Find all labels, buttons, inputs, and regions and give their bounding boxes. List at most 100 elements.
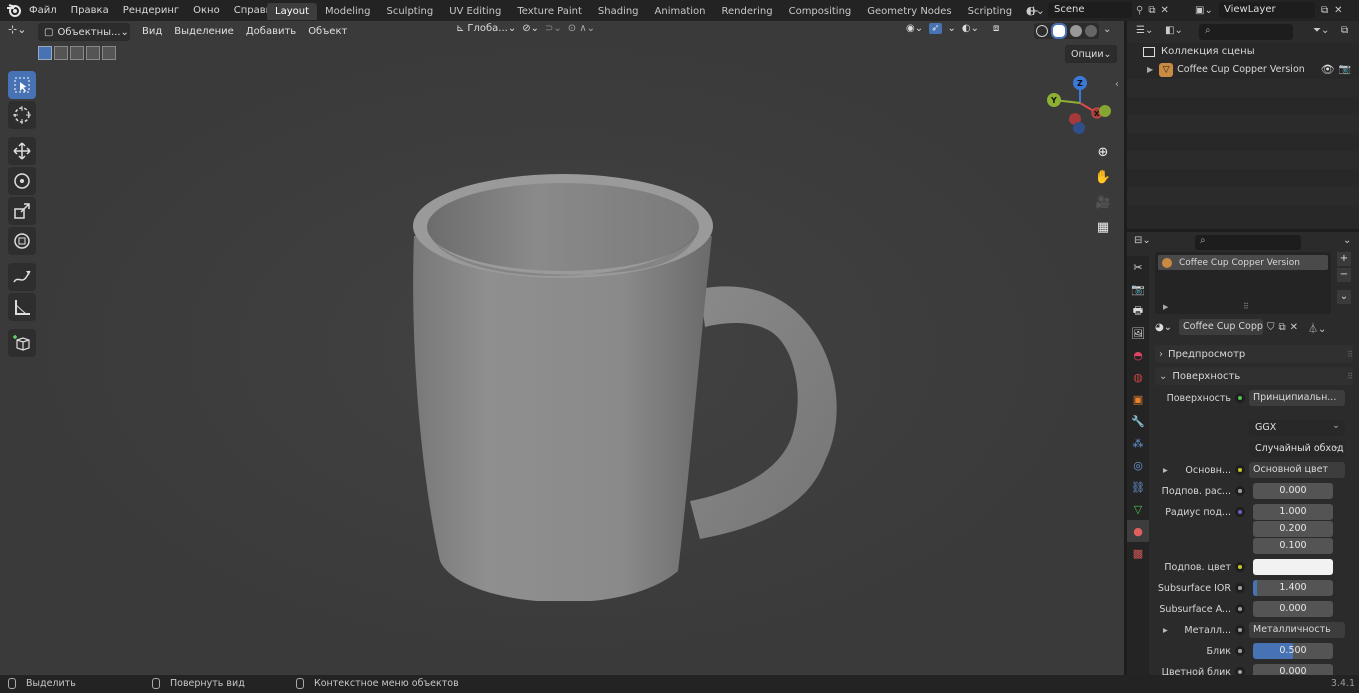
new-view-layer-icon[interactable]: ⧉ — [1321, 5, 1328, 16]
number-field[interactable]: 0.100 — [1253, 538, 1333, 554]
outliner-object-row[interactable]: ▶ ▽ Coffee Cup Copper Version 👁 📷 — [1147, 61, 1359, 79]
view-layer-name-field[interactable]: ViewLayer — [1219, 2, 1315, 18]
tab-render[interactable]: 📷 — [1127, 278, 1149, 300]
tab-scene[interactable]: ◓ — [1127, 344, 1149, 366]
number-field[interactable]: 0.000 — [1253, 483, 1333, 499]
sidebar-toggle-icon[interactable]: ‹ — [1115, 79, 1119, 90]
menu-render[interactable]: Рендеринг — [116, 0, 186, 21]
shading-options-icon[interactable]: ⌄ — [1103, 24, 1111, 35]
camera-view-button[interactable]: 🎥 — [1092, 191, 1114, 213]
socket-icon[interactable] — [1235, 393, 1245, 403]
expand-arrow-icon[interactable]: ▸ — [1163, 625, 1168, 636]
outliner-search-input[interactable]: ⌕ — [1199, 24, 1293, 40]
eye-icon[interactable]: 👁 — [1321, 61, 1335, 79]
outliner-editor-type-icon[interactable]: ☰⌄ — [1136, 25, 1153, 36]
menu-select[interactable]: Выделение — [168, 23, 240, 41]
wireframe-shading-icon[interactable] — [1036, 25, 1048, 37]
unlink-material-icon[interactable]: ✕ — [1290, 322, 1298, 333]
perspective-toggle-button[interactable]: ▦ — [1092, 216, 1114, 238]
rendered-shading-icon[interactable] — [1085, 25, 1097, 37]
editor-type-button[interactable]: ⊹⌄ — [8, 23, 26, 36]
transform-tool[interactable] — [8, 227, 36, 255]
linked-input-button[interactable]: Металличность — [1249, 622, 1345, 638]
socket-icon[interactable] — [1235, 604, 1245, 614]
property-dropdown[interactable]: Случайный обход — [1249, 439, 1345, 457]
coffee-mug-object[interactable] — [400, 141, 860, 601]
snap-icon[interactable]: ⊃⌄ — [545, 23, 562, 34]
menu-window[interactable]: Окно — [186, 0, 227, 21]
menu-file[interactable]: Файл — [22, 0, 64, 21]
tab-rendering[interactable]: Rendering — [714, 3, 781, 20]
select-subtract-icon[interactable] — [70, 46, 84, 60]
tab-output[interactable]: 🖶 — [1127, 300, 1149, 322]
tab-texture[interactable]: ▩ — [1127, 542, 1149, 564]
3d-viewport[interactable]: ⊹⌄ ▢ Объектны... ⌄ Вид Выделение Добавит… — [0, 21, 1124, 675]
pan-view-button[interactable]: ✋ — [1092, 166, 1114, 188]
move-tool[interactable] — [8, 137, 36, 165]
slot-menu-icon[interactable]: ⌄ — [1337, 290, 1351, 304]
display-mode-icon[interactable]: ◧⌄ — [1165, 25, 1183, 36]
material-browse-icon[interactable]: ◕⌄ — [1155, 322, 1179, 333]
tab-particles[interactable]: ⁂ — [1127, 432, 1149, 454]
tab-modeling[interactable]: Modeling — [317, 3, 379, 20]
delete-scene-icon[interactable]: ✕ — [1160, 5, 1168, 16]
menu-add[interactable]: Добавить — [240, 23, 302, 41]
material-slot-row[interactable]: Coffee Cup Copper Version — [1158, 255, 1328, 270]
chevron-down-icon[interactable]: ⌄ — [948, 23, 956, 34]
gizmo-toggle-icon[interactable]: ➶ — [929, 23, 942, 34]
tab-sculpting[interactable]: Sculpting — [379, 3, 442, 20]
socket-icon[interactable] — [1235, 583, 1245, 593]
select-invert-icon[interactable] — [86, 46, 100, 60]
resize-handle-icon[interactable]: ⠿ — [1243, 302, 1249, 311]
select-new-icon[interactable] — [38, 46, 52, 60]
tab-scripting[interactable]: Scripting — [960, 3, 1020, 20]
pivot-icon[interactable]: ⊘⌄ — [522, 23, 539, 34]
xray-icon[interactable]: ⧈ — [993, 23, 999, 34]
number-field[interactable]: 0.200 — [1253, 521, 1333, 537]
menu-edit[interactable]: Правка — [64, 0, 116, 21]
expand-arrow-icon[interactable]: ▶ — [1147, 61, 1153, 79]
add-slot-icon[interactable]: + — [1337, 252, 1351, 266]
number-field[interactable]: 1.400 — [1253, 580, 1333, 596]
overlays-icon[interactable]: ◐⌄ — [962, 23, 979, 34]
filter-icon[interactable]: ⏷⌄ — [1313, 25, 1329, 36]
pin-icon[interactable]: ⚲ — [1136, 5, 1143, 16]
tab-view-layer[interactable]: 🖼 — [1127, 322, 1149, 344]
linked-input-button[interactable]: Принципиальн... — [1249, 390, 1345, 406]
color-swatch[interactable] — [1253, 559, 1333, 575]
number-field[interactable]: 1.000 — [1253, 504, 1333, 520]
tab-geometry-nodes[interactable]: Geometry Nodes — [859, 3, 959, 20]
cursor-tool[interactable] — [8, 101, 36, 129]
number-field[interactable]: 0.500 — [1253, 643, 1333, 659]
tab-tool[interactable]: ✂ — [1127, 256, 1149, 278]
view-layer-selector[interactable]: ▣⌄ ViewLayer ⧉ ✕ — [1195, 2, 1343, 18]
remove-slot-icon[interactable]: − — [1337, 268, 1351, 282]
property-dropdown[interactable]: GGX — [1249, 418, 1345, 436]
scale-tool[interactable] — [8, 197, 36, 225]
tab-world[interactable]: ◍ — [1127, 366, 1149, 388]
tab-object[interactable]: ▣ — [1127, 388, 1149, 410]
properties-search-input[interactable]: ⌕ — [1195, 235, 1301, 250]
orientation-dropdown[interactable]: ⊾ Глоба... ⌄ — [456, 23, 516, 34]
tab-material[interactable]: ● — [1127, 520, 1149, 542]
number-field[interactable]: 0.000 — [1253, 601, 1333, 617]
rotate-tool[interactable] — [8, 167, 36, 195]
socket-icon[interactable] — [1235, 646, 1245, 656]
drag-handle-icon[interactable]: ⠿ — [1347, 350, 1353, 359]
tab-modifiers[interactable]: 🔧 — [1127, 410, 1149, 432]
camera-render-icon[interactable]: 📷 — [1339, 61, 1351, 79]
solid-shading-icon[interactable] — [1051, 23, 1067, 39]
tab-compositing[interactable]: Compositing — [781, 3, 860, 20]
menu-view[interactable]: Вид — [136, 23, 168, 41]
menu-object[interactable]: Объект — [302, 23, 353, 41]
tab-data[interactable]: ▽ — [1127, 498, 1149, 520]
scene-selector[interactable]: ◐⌄ Scene ⚲ ⧉ ✕ — [1026, 2, 1169, 18]
navigation-gizmo[interactable]: Z Y X — [1040, 73, 1120, 143]
socket-icon[interactable] — [1235, 625, 1245, 635]
socket-icon[interactable] — [1235, 507, 1245, 517]
tab-texture-paint[interactable]: Texture Paint — [509, 3, 590, 20]
visibility-icon[interactable]: ◉⌄ — [906, 23, 923, 34]
mode-dropdown[interactable]: ▢ Объектны... ⌄ — [38, 23, 130, 41]
chevron-down-icon[interactable]: ⌄ — [1343, 235, 1351, 246]
tab-constraints[interactable]: ⛓ — [1127, 476, 1149, 498]
